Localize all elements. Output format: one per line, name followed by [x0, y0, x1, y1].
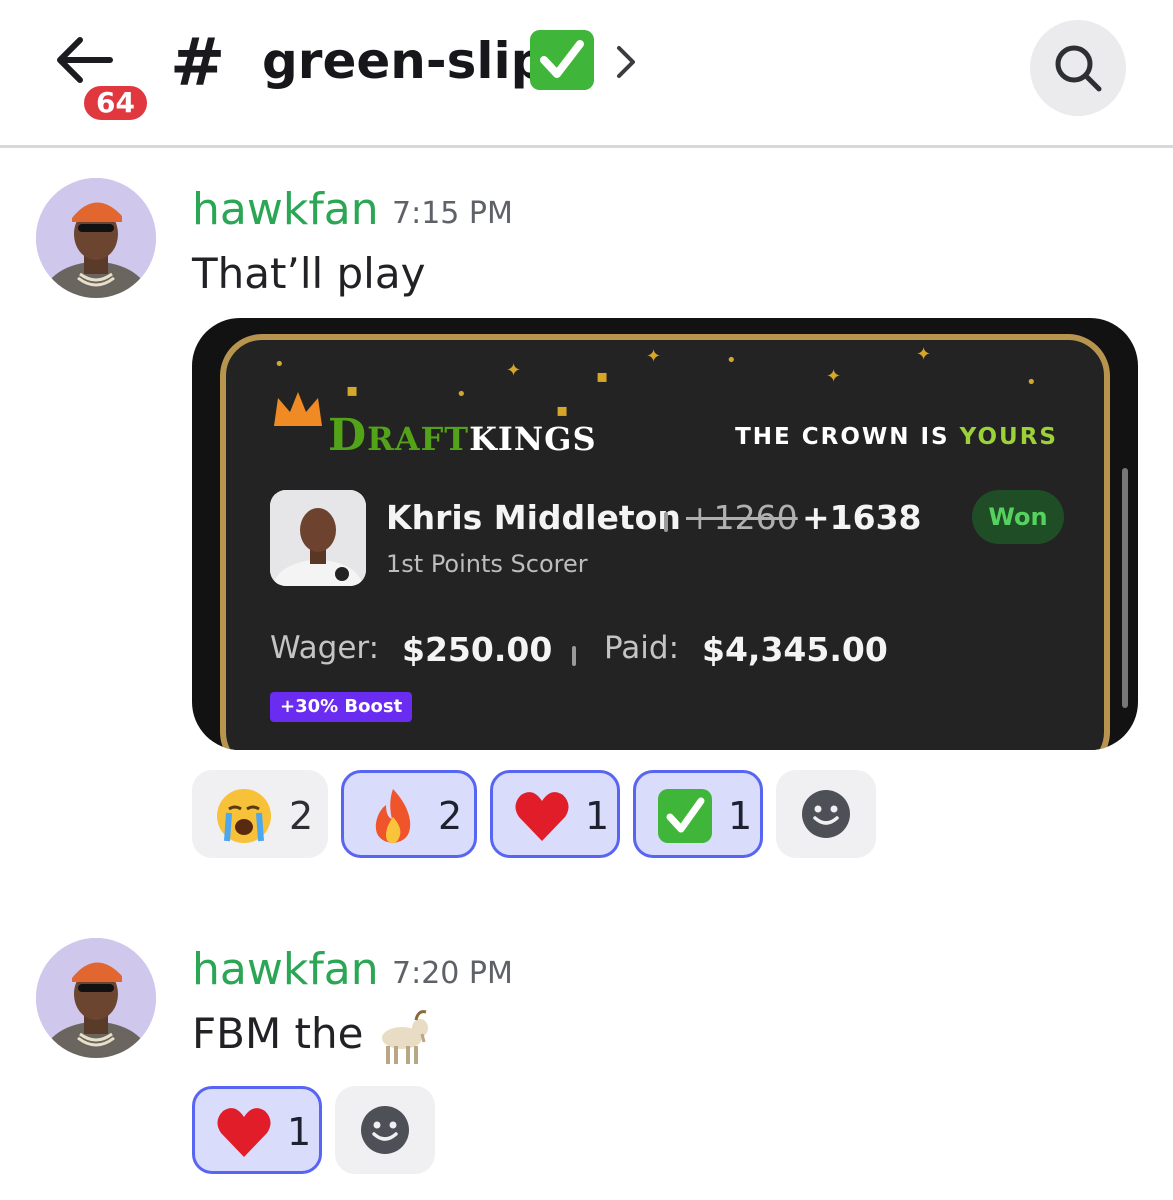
confetti-decoration: •	[726, 350, 737, 371]
scrollbar[interactable]	[1122, 468, 1128, 708]
arrow-left-icon	[57, 37, 113, 83]
reaction-count: 2	[289, 794, 314, 838]
original-odds: +1260	[686, 498, 798, 537]
smiley-add-reaction-icon	[361, 1106, 409, 1154]
tagline: THE CROWN IS YOURS	[735, 424, 1058, 450]
reaction-check[interactable]: 1	[633, 770, 763, 858]
reaction-count: 1	[728, 794, 753, 838]
boost-badge: +30% Boost	[270, 692, 413, 722]
add-reaction-button[interactable]	[335, 1086, 435, 1174]
status-badge: Won	[972, 490, 1064, 544]
confetti-decoration: •	[1026, 372, 1037, 393]
separator	[572, 646, 576, 666]
draftkings-logo: DRAFTKINGS	[270, 380, 596, 461]
reaction-heart[interactable]: 1	[192, 1086, 322, 1174]
back-button[interactable]: 64	[52, 34, 152, 126]
search-button[interactable]	[1030, 20, 1126, 116]
reaction-count: 1	[287, 1110, 312, 1154]
crown-icon	[274, 392, 322, 426]
wager-label: Wager:	[270, 630, 380, 666]
confetti-decoration: •	[274, 354, 285, 375]
timestamp: 7:20 PM	[392, 956, 513, 991]
paid-amount: $4,345.00	[702, 630, 888, 669]
wager-amount: $250.00	[402, 630, 553, 669]
reaction-crying[interactable]: 2	[192, 770, 328, 858]
username[interactable]: hawkfan	[192, 942, 379, 998]
timestamp: 7:15 PM	[392, 196, 513, 231]
channel-hash-icon: #	[170, 24, 226, 101]
add-reaction-button[interactable]	[776, 770, 876, 858]
message-text: FBM the	[192, 1009, 364, 1058]
paid-label: Paid:	[604, 630, 680, 666]
player-name: Khris Middleton	[386, 498, 681, 537]
separator	[664, 512, 668, 532]
confetti-decoration: ▪	[596, 366, 609, 387]
draftkings-wordmark: DRAFTKINGS	[328, 410, 597, 461]
confetti-decoration: ✦	[826, 366, 842, 387]
message-text: That’ll play	[192, 249, 426, 298]
username[interactable]: hawkfan	[192, 182, 379, 238]
reaction-count: 1	[585, 794, 610, 838]
unread-count-badge: 64	[80, 82, 151, 124]
reaction-heart[interactable]: 1	[490, 770, 620, 858]
bet-slip-frame: • ▪ ✦ ▪ ✦ • ✦ ✦ • ▪ • DRAFTKINGS THE CRO…	[220, 334, 1110, 750]
bet-market: 1st Points Scorer	[386, 550, 588, 578]
bet-slip-image[interactable]: • ▪ ✦ ▪ ✦ • ✦ ✦ • ▪ • DRAFTKINGS THE CRO…	[192, 318, 1138, 750]
check-mark-button-icon	[658, 789, 712, 843]
check-mark-button-icon	[530, 30, 594, 90]
avatar[interactable]	[36, 938, 156, 1058]
red-heart-icon	[515, 792, 569, 841]
player-photo	[270, 490, 366, 586]
loudly-crying-face-icon	[217, 789, 271, 843]
confetti-decoration: ✦	[916, 344, 932, 365]
confetti-decoration: ✦	[646, 346, 662, 367]
reaction-fire[interactable]: 2	[341, 770, 477, 858]
fire-icon	[375, 789, 411, 843]
smiley-add-reaction-icon	[802, 790, 850, 838]
red-heart-icon	[217, 1108, 271, 1157]
channel-header: 64 # green-slips	[0, 0, 1173, 148]
confetti-decoration: ✦	[506, 360, 522, 381]
avatar[interactable]	[36, 178, 156, 298]
search-icon	[1055, 45, 1102, 92]
reaction-count: 2	[438, 794, 463, 838]
chevron-right-icon[interactable]	[614, 44, 638, 80]
goat-icon	[382, 1010, 428, 1064]
boosted-odds: +1638	[802, 498, 922, 537]
